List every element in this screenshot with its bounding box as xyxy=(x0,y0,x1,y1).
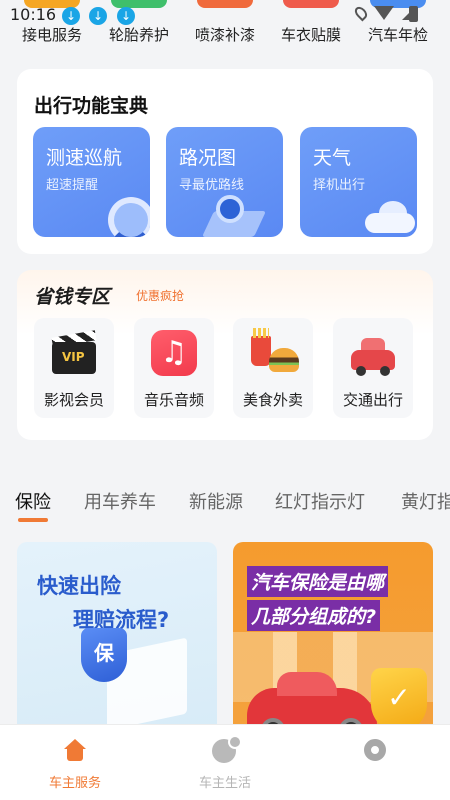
battery-icon xyxy=(409,6,418,22)
savings-zone-card: 省钱专区 优惠疯抢 VIP 影视会员 ♫ 音乐音频 美食外卖 交通出行 xyxy=(17,270,433,440)
savings-item-music[interactable]: ♫ 音乐音频 xyxy=(134,318,214,418)
article-card-claim-process[interactable]: 快速出险 理赔流程? 保 xyxy=(17,542,217,742)
savings-title: 省钱专区 xyxy=(34,286,111,308)
savings-item-video-vip[interactable]: VIP 影视会员 xyxy=(34,318,114,418)
download-icon: ↓ xyxy=(117,7,135,25)
feature-weather[interactable]: 天气 择机出行 xyxy=(300,127,417,237)
article-title-line2: 几部分组成的? xyxy=(247,600,381,631)
feature-speed-cruise[interactable]: 测速巡航 超速提醒 xyxy=(33,127,150,237)
feature-subtitle: 择机出行 xyxy=(313,178,366,193)
card-title: 出行功能宝典 xyxy=(34,95,149,117)
savings-label: 美食外卖 xyxy=(242,391,303,409)
status-icons xyxy=(352,4,416,22)
download-icon: ↓ xyxy=(62,7,80,25)
feature-title: 路况图 xyxy=(179,147,237,169)
nav-label: 车主服务 xyxy=(48,776,101,791)
nav-label: 车主生活 xyxy=(198,776,251,791)
music-note-icon: ♫ xyxy=(151,330,197,376)
cloud-icon xyxy=(365,201,415,233)
tab-new-energy[interactable]: 新能源 xyxy=(189,488,243,514)
location-bubble-icon xyxy=(212,735,242,763)
wifi-icon xyxy=(374,6,394,20)
nav-owner-service[interactable]: 车主服务 xyxy=(0,725,150,800)
savings-item-transport[interactable]: 交通出行 xyxy=(333,318,413,418)
active-tab-indicator xyxy=(18,518,48,522)
nav-owner-life[interactable]: 车主生活 xyxy=(150,725,300,800)
location-icon xyxy=(352,4,370,22)
check-badge-icon: ✓ xyxy=(371,668,427,732)
feature-title: 测速巡航 xyxy=(46,147,123,169)
category-tabs: 保险 用车养车 新能源 红灯指示灯 黄灯指 xyxy=(0,482,450,526)
feature-subtitle: 寻最优路线 xyxy=(179,178,245,193)
tab-car-maintenance[interactable]: 用车养车 xyxy=(84,488,156,514)
status-time: 10:16 xyxy=(10,5,57,24)
feature-subtitle: 超速提醒 xyxy=(46,178,99,193)
tab-yellow-indicator[interactable]: 黄灯指 xyxy=(401,488,450,514)
article-title-line1: 快速出险 xyxy=(37,574,121,598)
gear-icon xyxy=(364,739,386,761)
bottom-nav: 车主服务 车主生活 xyxy=(0,724,450,800)
tab-insurance[interactable]: 保险 xyxy=(15,488,51,514)
article-title-line1: 汽车保险是由哪 xyxy=(247,566,389,597)
map-pin-icon xyxy=(216,195,244,223)
shield-icon: 保 xyxy=(81,628,127,682)
vip-text: VIP xyxy=(62,350,85,364)
burger-fries-icon xyxy=(247,328,299,376)
savings-label: 音乐音频 xyxy=(143,391,204,409)
travel-guide-card: 出行功能宝典 测速巡航 超速提醒 路况图 寻最优路线 天气 择机出行 xyxy=(17,69,433,254)
tab-red-indicator[interactable]: 红灯指示灯 xyxy=(275,488,365,514)
savings-item-food[interactable]: 美食外卖 xyxy=(233,318,313,418)
article-card-insurance-parts[interactable]: 汽车保险是由哪 几部分组成的? ✓ xyxy=(233,542,433,742)
car-icon xyxy=(347,330,399,376)
nav-settings[interactable] xyxy=(300,725,450,800)
download-icon: ↓ xyxy=(89,7,107,25)
status-bar: 10:16 ↓ ↓ ↓ xyxy=(0,0,450,28)
speedometer-icon xyxy=(108,197,150,237)
feature-title: 天气 xyxy=(313,147,352,169)
clapperboard-icon: VIP xyxy=(48,330,100,376)
savings-label: 影视会员 xyxy=(43,391,104,409)
feature-traffic-map[interactable]: 路况图 寻最优路线 xyxy=(166,127,283,237)
home-icon xyxy=(64,739,86,761)
savings-tag: 优惠疯抢 xyxy=(136,289,185,303)
savings-label: 交通出行 xyxy=(342,391,403,409)
